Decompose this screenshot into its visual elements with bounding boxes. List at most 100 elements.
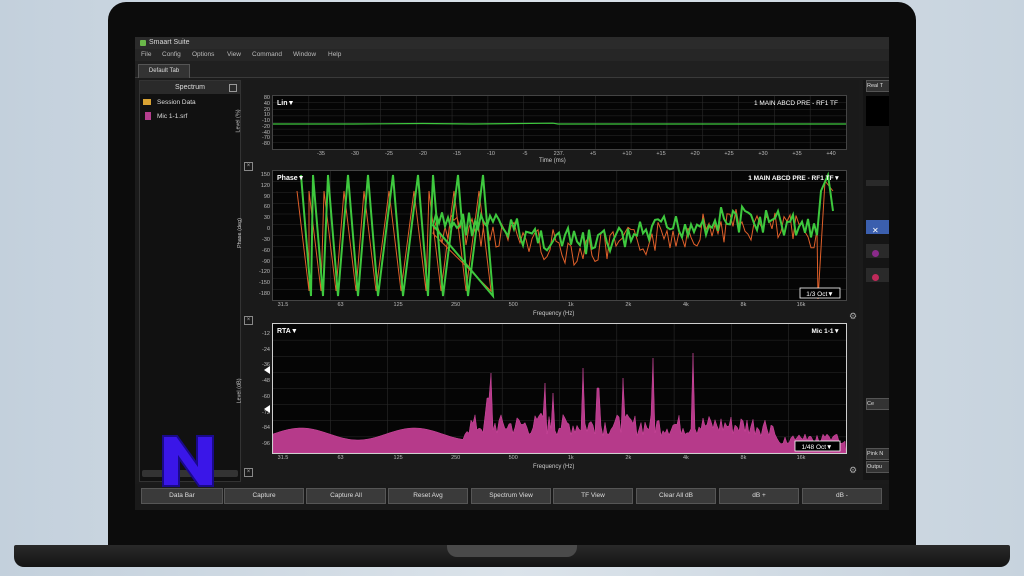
collapse-button[interactable] xyxy=(229,84,237,92)
data-bar-button[interactable]: Data Bar xyxy=(141,488,223,504)
tab-bar: Default Tab xyxy=(135,61,889,78)
measurement-chip-pink[interactable] xyxy=(866,268,889,282)
rta-mode-select[interactable]: RTA▼ xyxy=(277,328,298,335)
close-phase-icon[interactable]: × xyxy=(244,316,253,325)
menu-options[interactable]: Options xyxy=(192,49,214,61)
tree-item-label: Mic 1-1.srf xyxy=(157,113,188,120)
menu-window[interactable]: Window xyxy=(293,49,316,61)
impulse-x-tick-label: -35 xyxy=(317,151,325,157)
measurement-chip-purple[interactable] xyxy=(866,244,889,258)
laptop-notch xyxy=(447,545,577,557)
rta-title: Mic 1-1▼ xyxy=(812,328,840,335)
gear-icon[interactable]: ⚙ xyxy=(849,311,857,322)
meter-display xyxy=(866,96,889,126)
impulse-ylabel-wrap: Level (%) xyxy=(236,100,253,144)
menu-command[interactable]: Command xyxy=(252,49,282,61)
menu-file[interactable]: File xyxy=(141,49,151,61)
impulse-x-tick-label: +35 xyxy=(792,151,802,157)
capture-button[interactable]: Capture xyxy=(224,488,304,504)
rta-smoothing[interactable]: 1/48 Oct▼ xyxy=(801,444,832,451)
rta-x-tick-label: 63 xyxy=(337,455,344,461)
db-plus-button[interactable]: dB + xyxy=(719,488,799,504)
rta-y-tick-label: -12 xyxy=(262,331,270,337)
title-bar: Smaart Suite xyxy=(135,37,889,49)
phase-y-tick-label: 120 xyxy=(260,182,270,189)
phase-svg: Phase▼ 1 MAIN ABCD PRE - RF1 TF▼ 1/3 Oct… xyxy=(273,171,846,300)
capture-all-button[interactable]: Capture All xyxy=(306,488,386,504)
phase-y-tick-label: 150 xyxy=(260,172,270,178)
impulse-chart[interactable]: Lin▼ 1 MAIN ABCD PRE - RF1 TF xyxy=(272,95,847,150)
rta-y-tick-label: -60 xyxy=(262,393,270,400)
phase-y-tick-label: 90 xyxy=(263,193,270,200)
rta-handle-upper[interactable] xyxy=(264,366,270,374)
menu-help[interactable]: Help xyxy=(328,49,341,61)
impulse-x-tick-label: -25 xyxy=(385,151,393,157)
sidebar-header: Spectrum xyxy=(140,81,240,94)
tree-item-session-data[interactable]: Session Data xyxy=(143,97,196,109)
phase-y-tick-label: 30 xyxy=(263,215,270,222)
rta-x-tick-label: 125 xyxy=(393,455,403,461)
app-title: Smaart Suite xyxy=(149,39,190,46)
output-button[interactable]: Outpu xyxy=(866,461,889,473)
phase-x-tick-label: 4k xyxy=(682,302,689,308)
rta-y-tick-label: -96 xyxy=(262,441,270,447)
phase-xlabel: Frequency (Hz) xyxy=(533,311,575,317)
rta-x-tick-label: 500 xyxy=(508,455,518,461)
close-impulse-icon[interactable]: × xyxy=(244,162,253,171)
phase-mode-select[interactable]: Phase▼ xyxy=(277,175,305,182)
rta-handle-lower[interactable] xyxy=(264,405,270,413)
spectrum-view-button[interactable]: Spectrum View xyxy=(471,488,551,504)
phase-x-tick-label: 250 xyxy=(451,302,461,308)
pink-noise-button[interactable]: Pink N xyxy=(866,448,889,460)
center-button[interactable]: Ce xyxy=(866,398,889,410)
impulse-x-tick-label: +25 xyxy=(724,151,734,157)
phase-ylabel: Phase (deg) xyxy=(236,218,243,248)
menu-config[interactable]: Config xyxy=(162,49,181,61)
impulse-x-tick-label: +5 xyxy=(589,151,597,157)
phase-y-tick-label: -90 xyxy=(262,258,270,265)
phase-y-tick-label: 0 xyxy=(266,226,270,233)
file-icon xyxy=(145,112,151,121)
impulse-x-tick-label: -5 xyxy=(522,151,528,157)
sidebar-title: Spectrum xyxy=(175,84,205,91)
tf-view-button[interactable]: TF View xyxy=(553,488,633,504)
rta-x-tick-label: 16k xyxy=(796,455,806,461)
impulse-mode-select[interactable]: Lin▼ xyxy=(277,100,294,107)
clear-all-db-button[interactable]: Clear All dB xyxy=(636,488,716,504)
menu-view[interactable]: View xyxy=(227,49,241,61)
sidebar: Spectrum Session Data Mic 1-1.srf xyxy=(139,80,241,482)
panel-slot xyxy=(866,180,889,186)
close-rta-icon[interactable]: × xyxy=(244,468,253,477)
impulse-ylabel: Level (%) xyxy=(235,109,242,133)
rta-svg: RTA▼ Mic 1-1▼ 1/48 Oct▼ xyxy=(272,324,847,454)
watermark-logo xyxy=(162,435,214,487)
rta-y-tick-label: -84 xyxy=(262,425,270,432)
phase-chart[interactable]: Phase▼ 1 MAIN ABCD PRE - RF1 TF▼ 1/3 Oct… xyxy=(272,170,847,301)
close-icon[interactable]: ✕ xyxy=(866,226,879,235)
measurement-chip-blue[interactable]: ✕ xyxy=(866,220,889,235)
db-minus-button[interactable]: dB - xyxy=(802,488,882,504)
tab-default[interactable]: Default Tab xyxy=(138,64,190,78)
phase-smoothing[interactable]: 1/3 Oct▼ xyxy=(806,291,833,298)
impulse-y-tick-label: -80 xyxy=(262,141,270,147)
folder-icon xyxy=(143,99,151,106)
phase-x-tick-label: 500 xyxy=(508,302,518,308)
impulse-x-tick-label: -10 xyxy=(487,151,495,157)
rta-chart[interactable]: RTA▼ Mic 1-1▼ 1/48 Oct▼ xyxy=(272,323,847,454)
rta-x-tick-label: 1k xyxy=(567,455,574,461)
impulse-title: 1 MAIN ABCD PRE - RF1 TF xyxy=(754,100,838,107)
phase-x-tick-label: 63 xyxy=(337,302,344,308)
tree-item-label: Session Data xyxy=(157,99,196,106)
rta-x-tick-label: 8k xyxy=(740,455,747,461)
impulse-x-tick-label: +15 xyxy=(656,151,666,157)
rta-ylabel: Level (dB) xyxy=(236,378,243,404)
real-time-button[interactable]: Real T xyxy=(866,80,889,92)
gear-icon[interactable]: ⚙ xyxy=(849,465,857,476)
phase-y-tick-label: -120 xyxy=(258,269,270,276)
reset-avg-button[interactable]: Reset Avg xyxy=(388,488,468,504)
rta-x-tick-label: 2k xyxy=(625,455,632,461)
color-dot-icon xyxy=(872,274,879,281)
tree-item-mic-file[interactable]: Mic 1-1.srf xyxy=(145,111,187,123)
rta-ylabel-wrap: Level (dB) xyxy=(237,370,253,420)
rta-x-tick-label: 31.5 xyxy=(277,455,289,461)
